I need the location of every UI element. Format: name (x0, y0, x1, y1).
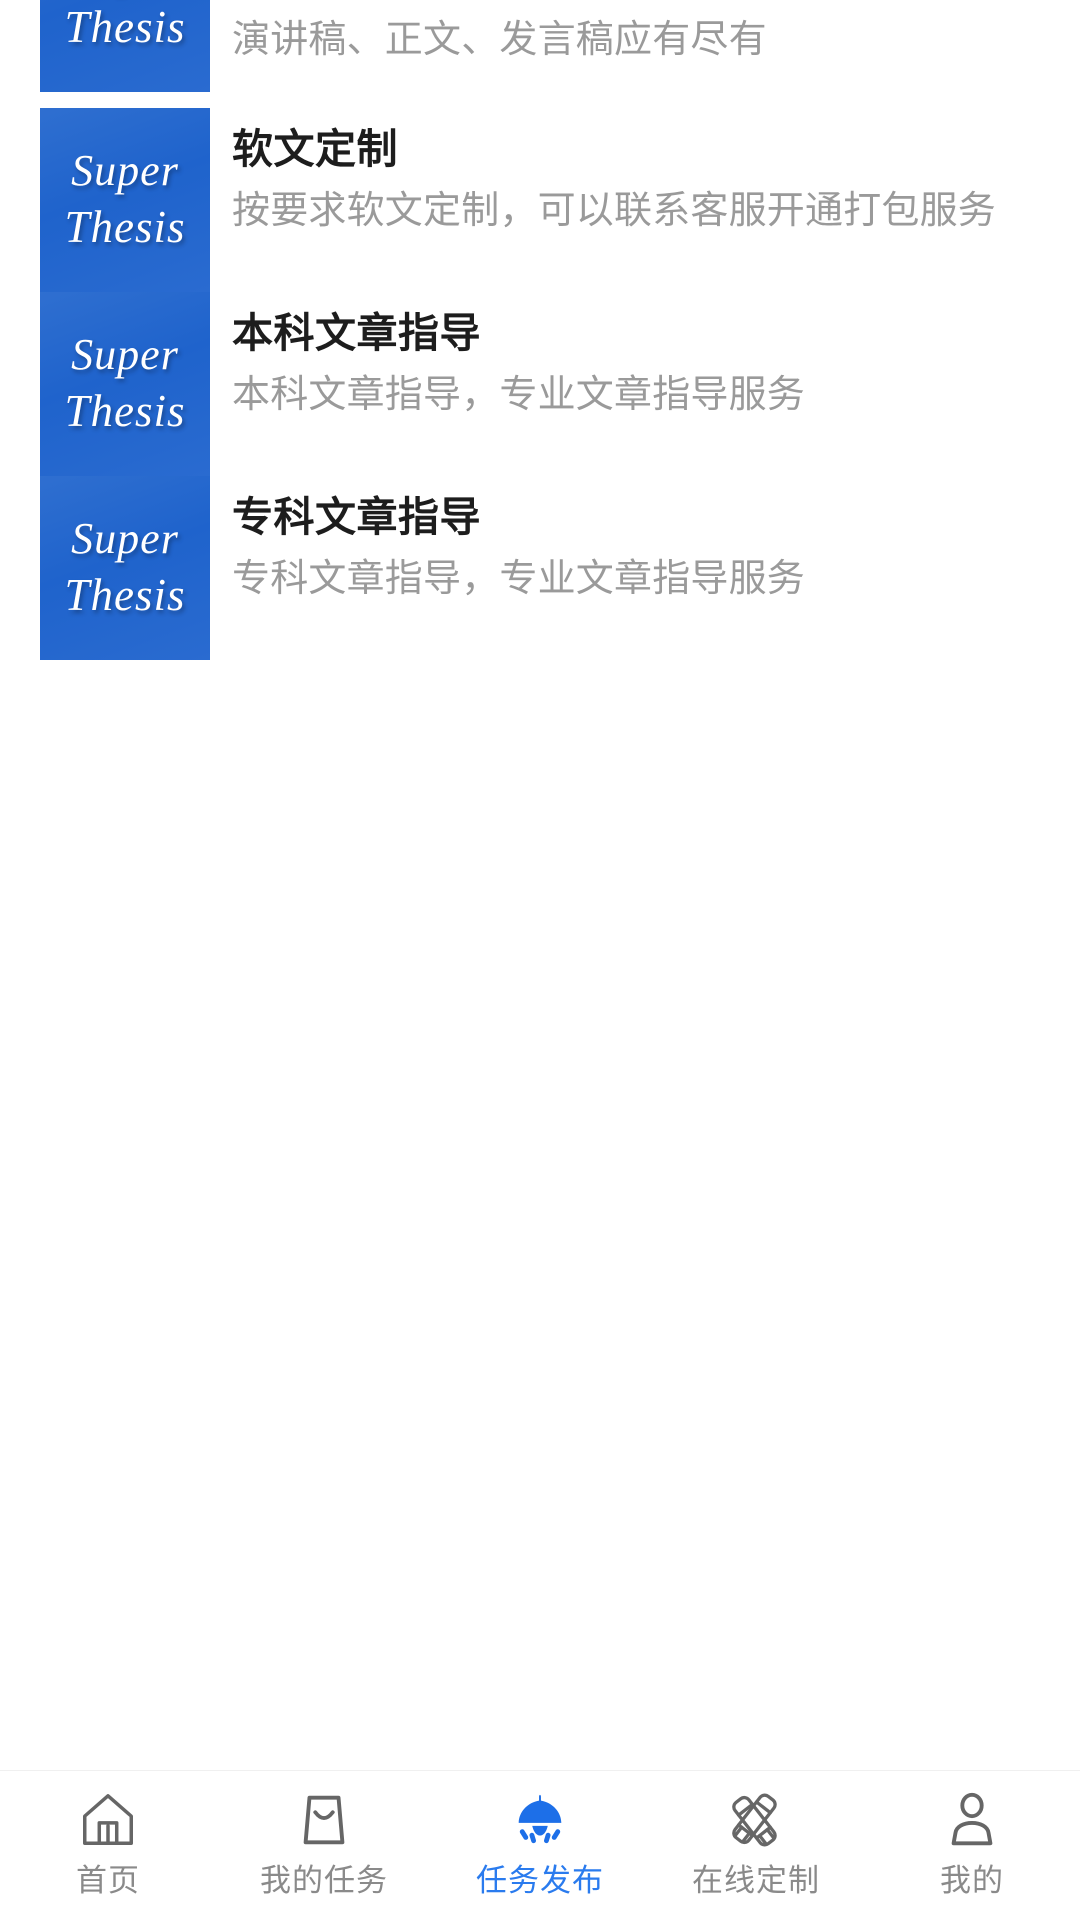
service-thumbnail: Super Thesis (40, 292, 210, 476)
crossed-pencils-icon (723, 1787, 789, 1853)
tab-label: 在线定制 (692, 1863, 820, 1898)
tab-label: 我的 (940, 1863, 1004, 1898)
person-icon (939, 1787, 1005, 1853)
thumbnail-line-2: Thesis (64, 386, 186, 437)
thumbnail-line-1: Super (71, 330, 179, 380)
service-thumbnail: Super Thesis (40, 0, 210, 92)
thumbnail-line-1: Super (71, 146, 179, 196)
service-thumbnail: Super Thesis (40, 476, 210, 660)
tab-my-tasks[interactable]: 我的任务 (216, 1787, 432, 1896)
home-icon (75, 1787, 141, 1853)
tab-label: 任务发布 (476, 1863, 604, 1898)
thumbnail-line-2: Thesis (64, 2, 186, 53)
list-item[interactable]: Super Thesis 演讲稿、正文、发言稿应有尽有 (0, 0, 1080, 92)
list-item[interactable]: Super Thesis 软文定制 按要求软文定制，可以联系客服开通打包服务 (0, 108, 1080, 292)
service-subtitle: 本科文章指导，专业文章指导服务 (232, 374, 806, 417)
service-title: 本科文章指导 (232, 310, 481, 356)
service-subtitle: 按要求软文定制，可以联系客服开通打包服务 (232, 190, 997, 233)
thumbnail-line-2: Thesis (64, 570, 186, 621)
shopping-bag-icon (291, 1787, 357, 1853)
tab-online-custom[interactable]: 在线定制 (648, 1787, 864, 1896)
list-item[interactable]: Super Thesis 专科文章指导 专科文章指导，专业文章指导服务 (0, 476, 1080, 660)
thumbnail-line-1: Super (71, 514, 179, 564)
service-title: 专科文章指导 (232, 494, 481, 540)
tab-label: 我的任务 (260, 1863, 388, 1898)
thumbnail-line-2: Thesis (64, 202, 186, 253)
tab-mine[interactable]: 我的 (864, 1787, 1080, 1896)
tab-label: 首页 (76, 1863, 140, 1898)
tab-publish-task[interactable]: 任务发布 (432, 1787, 648, 1896)
service-text-block: 软文定制 按要求软文定制，可以联系客服开通打包服务 (232, 124, 1044, 237)
bottom-tab-bar: 首页 我的任务 任务发布 在线定制 我的 (0, 1770, 1080, 1920)
service-subtitle: 演讲稿、正文、发言稿应有尽有 (232, 19, 767, 61)
service-text-block: 专科文章指导 专科文章指导，专业文章指导服务 (232, 492, 1044, 605)
app-screen: Super Thesis 演讲稿、正文、发言稿应有尽有 Super Thesis… (0, 0, 1080, 1920)
service-text-block: 本科文章指导 本科文章指导，专业文章指导服务 (232, 308, 1044, 421)
rocket-launch-icon (507, 1787, 573, 1853)
tab-home[interactable]: 首页 (0, 1787, 216, 1896)
service-title: 软文定制 (232, 126, 398, 172)
service-subtitle: 专科文章指导，专业文章指导服务 (232, 558, 806, 601)
service-thumbnail: Super Thesis (40, 108, 210, 292)
list-item[interactable]: Super Thesis 本科文章指导 本科文章指导，专业文章指导服务 (0, 292, 1080, 476)
service-list[interactable]: Super Thesis 演讲稿、正文、发言稿应有尽有 Super Thesis… (0, 0, 1080, 1770)
service-text-block: 演讲稿、正文、发言稿应有尽有 (232, 16, 1044, 65)
